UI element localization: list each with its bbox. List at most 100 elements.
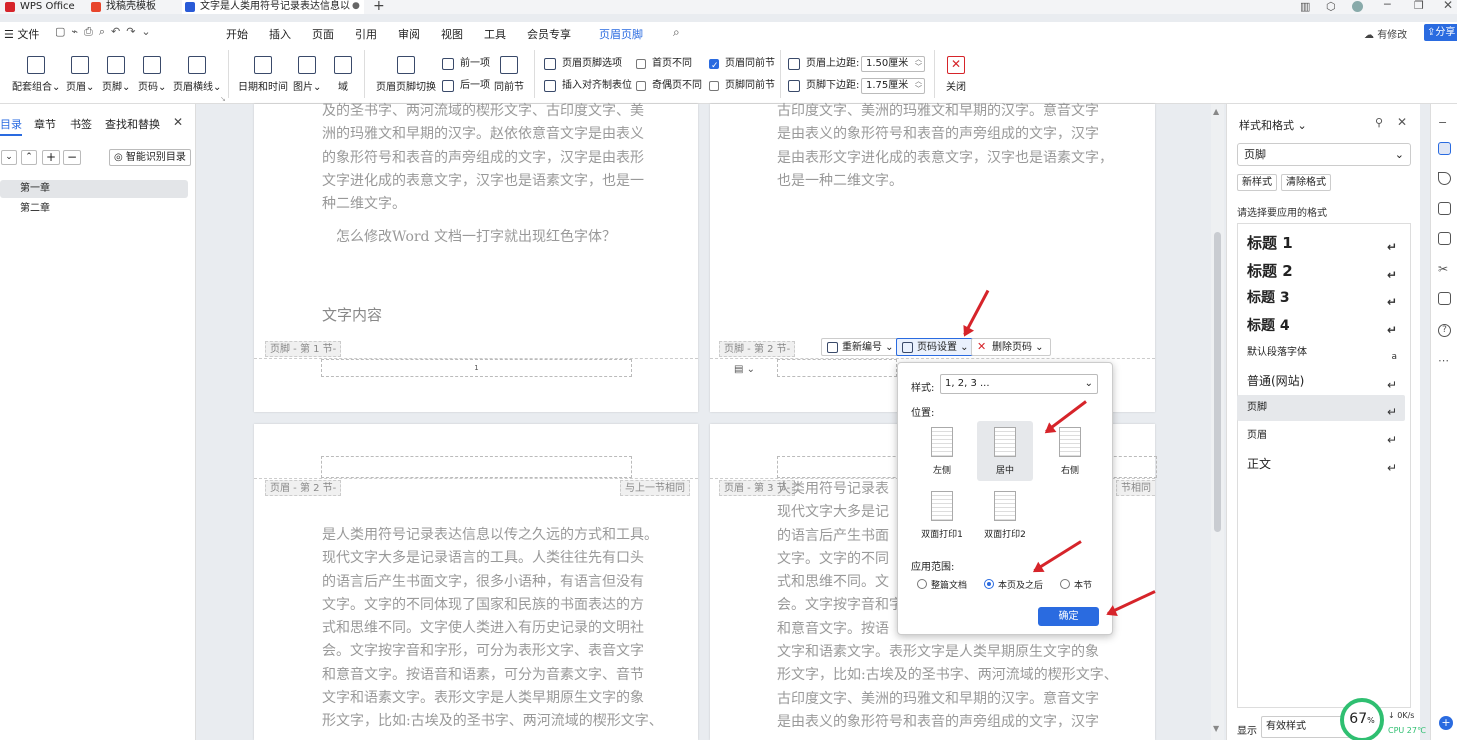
position-center[interactable]: 居中 xyxy=(977,421,1033,481)
minimize-icon[interactable]: ─ xyxy=(1384,0,1391,11)
tools-icon[interactable]: ✂ xyxy=(1438,262,1451,276)
help-icon[interactable]: ? xyxy=(1438,324,1451,337)
style-body[interactable]: 正文 ↵ xyxy=(1237,451,1405,477)
tab-document[interactable]: 文字是人类用符号记录表达信息以 xyxy=(182,0,364,14)
style-heading-2[interactable]: 标题 2 ↵ xyxy=(1237,258,1405,284)
nav-tab-toc[interactable]: 目录 xyxy=(0,116,22,136)
sliders-icon[interactable] xyxy=(1438,202,1451,215)
next-item-button[interactable]: 后一项 xyxy=(442,78,490,94)
show-filter-select[interactable]: 有效样式 xyxy=(1261,716,1351,738)
file-menu[interactable]: ☰ 文件 xyxy=(4,26,39,42)
confirm-button[interactable]: 确定 xyxy=(1038,607,1099,626)
search-icon[interactable]: ⌕ xyxy=(673,25,680,40)
tab-template[interactable]: 找稿壳模板 xyxy=(88,0,178,14)
page-settings-button[interactable]: 页码设置 ⌄ xyxy=(896,338,976,356)
style-normal-web[interactable]: 普通(网站) ↵ xyxy=(1237,368,1405,394)
header-same-prev-checkbox[interactable]: 页眉同前节 xyxy=(707,56,775,74)
date-time-button[interactable]: 日期和时间 xyxy=(238,56,288,93)
box-icon[interactable]: ⬡ xyxy=(1326,0,1336,13)
first-page-diff-checkbox[interactable]: 首页不同 xyxy=(634,56,692,72)
position-duplex-2[interactable]: 双面打印2 xyxy=(977,485,1033,545)
tab-wps-office[interactable]: WPS Office xyxy=(2,0,82,14)
scroll-up-icon[interactable]: ▲ xyxy=(1213,107,1219,116)
translate-icon[interactable] xyxy=(1438,292,1451,305)
current-style-select[interactable]: 页脚 ⌄ xyxy=(1237,143,1411,166)
header-footer-options-button[interactable]: 页眉页脚选项 xyxy=(544,56,622,72)
quick-access-icons[interactable]: ▢⌁⎙⌕↶↷⌄ xyxy=(55,25,157,39)
close-icon[interactable]: ✕ xyxy=(1397,115,1407,129)
remove-item-icon[interactable]: − xyxy=(63,150,81,165)
renumber-button[interactable]: 重新编号 ⌄ xyxy=(821,338,901,356)
header-field[interactable] xyxy=(321,456,632,478)
scope-this-section-radio[interactable]: 本节 xyxy=(1060,578,1092,591)
pin-icon[interactable]: ⚲ xyxy=(1375,116,1383,129)
pen-icon[interactable] xyxy=(1438,142,1451,155)
footer-same-prev-checkbox[interactable]: 页脚同前节 xyxy=(707,78,775,94)
nav-tab-chapter[interactable]: 章节 xyxy=(34,116,56,132)
collapse-icon[interactable]: ⌄ xyxy=(1,150,17,165)
more-icon[interactable]: ⋯ xyxy=(1438,354,1451,367)
menu-member[interactable]: 会员专享 xyxy=(527,26,571,42)
add-floating-icon[interactable]: + xyxy=(1439,716,1453,730)
scroll-down-icon[interactable]: ▼ xyxy=(1213,724,1219,733)
toc-item-chapter-2[interactable]: 第二章 xyxy=(0,200,188,218)
cursor-icon[interactable] xyxy=(1438,172,1451,185)
number-style-select[interactable]: 1, 2, 3 ... ⌄ xyxy=(940,374,1098,394)
same-as-prev-button[interactable]: 同前节 xyxy=(494,56,524,93)
style-default-para-font[interactable]: 默认段落字体 a xyxy=(1237,340,1405,366)
spinner-arrows-icon[interactable]: ︿ ﹀ xyxy=(915,77,922,93)
expand-group-icon[interactable]: ↘ xyxy=(220,95,226,103)
delete-page-number-button[interactable]: ✕ 删除页码 ⌄ xyxy=(971,338,1051,356)
minus-icon[interactable]: − xyxy=(1438,116,1451,129)
position-duplex-1[interactable]: 双面打印1 xyxy=(914,485,970,545)
window-layout-icon[interactable]: ▥ xyxy=(1300,0,1310,13)
scope-this-page-after-radio[interactable]: 本页及之后 xyxy=(984,578,1043,591)
odd-even-diff-checkbox[interactable]: 奇偶页不同 xyxy=(634,78,702,94)
header-line-button[interactable]: 页眉横线⌄ xyxy=(173,56,221,93)
field-button[interactable]: 域 xyxy=(334,56,352,93)
changes-button[interactable]: ☁ 有修改 xyxy=(1364,26,1407,41)
image-icon[interactable] xyxy=(1438,232,1451,245)
page-number-field[interactable]: 1 xyxy=(321,359,632,377)
page-3[interactable]: 页眉 - 第 2 节- 与上一节相同 是人类用符号记录表达信息以传之久远的方式和… xyxy=(254,424,698,740)
spinner-arrows-icon[interactable]: ︿ ﹀ xyxy=(915,55,922,71)
picture-button[interactable]: 图片⌄ xyxy=(293,56,321,93)
footer-button[interactable]: 页脚⌄ xyxy=(102,56,130,93)
style-heading-4[interactable]: 标题 4 ↵ xyxy=(1237,313,1405,339)
style-header[interactable]: 页眉 ↵ xyxy=(1237,423,1405,449)
menu-page[interactable]: 页面 xyxy=(312,26,334,42)
style-heading-3[interactable]: 标题 3 ↵ xyxy=(1237,285,1405,311)
close-header-footer-button[interactable]: ✕ 关闭 xyxy=(946,56,966,93)
page-number-field[interactable] xyxy=(777,359,897,377)
scrollbar-thumb[interactable] xyxy=(1214,232,1221,532)
maximize-icon[interactable]: ❐ xyxy=(1414,0,1424,12)
style-footer[interactable]: 页脚 ↵ xyxy=(1237,395,1405,421)
insert-tab-align-button[interactable]: 插入对齐制表位 xyxy=(544,78,632,94)
avatar[interactable] xyxy=(1352,1,1363,12)
memory-usage-gauge[interactable]: 67% xyxy=(1340,698,1384,740)
menu-review[interactable]: 审阅 xyxy=(398,26,420,42)
tab-close-icon[interactable]: ● xyxy=(352,1,360,11)
menu-header-footer[interactable]: 页眉页脚 xyxy=(599,26,643,46)
toc-item-chapter-1[interactable]: 第一章 xyxy=(0,180,188,198)
new-tab-button[interactable]: + xyxy=(373,0,385,14)
menu-tools[interactable]: 工具 xyxy=(484,26,506,42)
menu-reference[interactable]: 引用 xyxy=(355,26,377,42)
menu-start[interactable]: 开始 xyxy=(226,26,248,42)
header-button[interactable]: 页眉⌄ xyxy=(66,56,94,93)
vertical-scrollbar[interactable]: ▲ ▼ xyxy=(1211,104,1224,740)
new-style-button[interactable]: 新样式 xyxy=(1237,174,1277,191)
position-left[interactable]: 左侧 xyxy=(914,421,970,481)
close-icon[interactable]: ✕ xyxy=(1443,0,1453,12)
footer-bottom-margin-input[interactable]: 1.75厘米 ︿ ﹀ xyxy=(861,77,925,94)
clear-format-button[interactable]: 清除格式 xyxy=(1281,174,1331,191)
alignment-icon[interactable]: ▤ ⌄ xyxy=(734,364,755,375)
menu-view[interactable]: 视图 xyxy=(441,26,463,42)
style-heading-1[interactable]: 标题 1 ↵ xyxy=(1237,230,1405,256)
template-combo-button[interactable]: 配套组合⌄ xyxy=(12,56,60,93)
page-1[interactable]: 及的圣书字、两河流域的楔形文字、古印度文字、美 洲的玛雅文和早期的汉字。赵依依意… xyxy=(254,103,698,412)
share-button[interactable]: ⇪分享 xyxy=(1424,24,1457,41)
level-up-icon[interactable]: ⌃ xyxy=(21,150,37,165)
nav-tab-find-replace[interactable]: 查找和替换 xyxy=(105,116,160,132)
close-pane-icon[interactable]: ✕ xyxy=(173,115,183,129)
